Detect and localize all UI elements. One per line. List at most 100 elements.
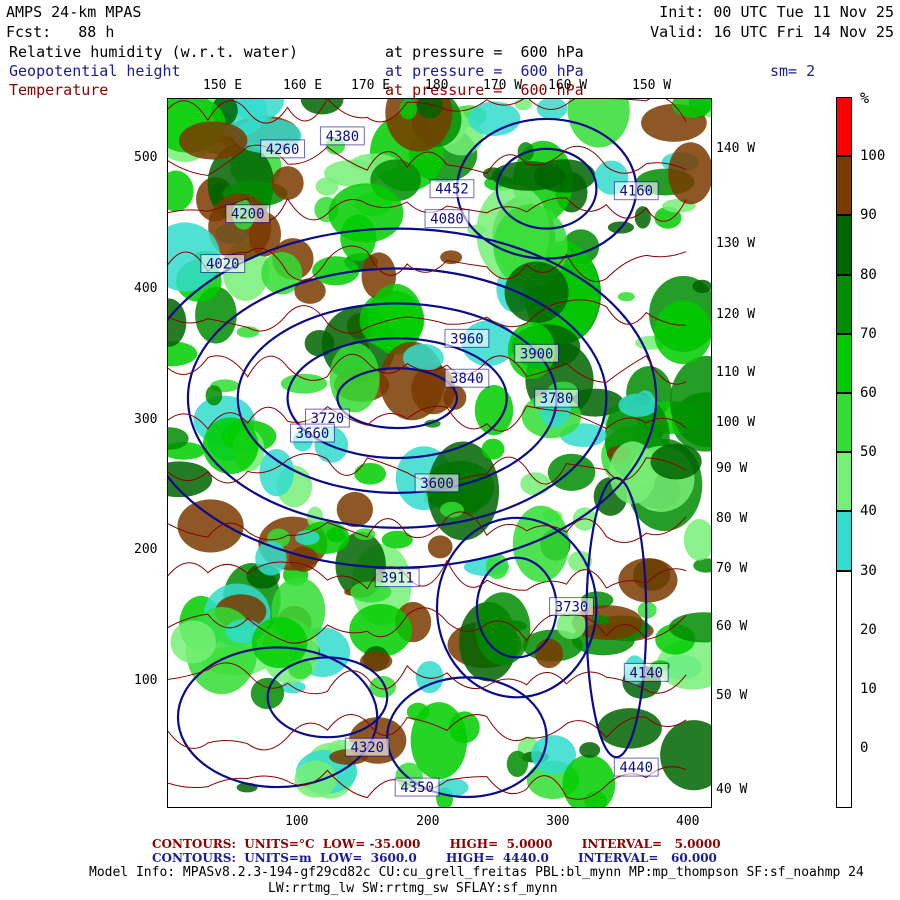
field-height-name: Geopotential height — [9, 62, 181, 80]
contour-label: 4200 — [231, 207, 265, 223]
contour-label: 3600 — [420, 476, 454, 492]
height-contour-info: CONTOURS: UNITS=m LOW= 3600.0 HIGH= 4440… — [152, 851, 717, 865]
top-lon-label: 150 W — [632, 78, 672, 93]
rh-shading — [177, 499, 244, 553]
rh-shading — [427, 535, 453, 559]
top-lon-label: 160 E — [283, 78, 323, 93]
rh-shading — [506, 750, 529, 778]
right-lon-label: 120 W — [716, 307, 756, 322]
contour-label: 4440 — [619, 760, 653, 776]
colorbar-label: 10 — [860, 681, 877, 697]
rh-shading — [634, 206, 651, 229]
right-lon-label: 70 W — [716, 561, 748, 576]
temp-contour-info: CONTOURS: UNITS=°C LOW= -35.000 HIGH= 5.… — [152, 837, 721, 851]
rh-shading — [668, 142, 711, 205]
rh-shading — [354, 528, 376, 541]
colorbar-segment — [836, 156, 852, 216]
right-lon-label: 100 W — [716, 415, 756, 430]
rh-shading — [536, 99, 568, 120]
right-lon-label: 80 W — [716, 511, 748, 526]
contour-label: 4080 — [430, 212, 464, 228]
contour-label: 4452 — [435, 182, 469, 198]
contour-label: 4260 — [266, 142, 300, 158]
rh-shading — [402, 343, 444, 372]
weather-map-figure: AMPS 24-km MPAS Fcst: 88 h Init: 00 UTC … — [0, 0, 900, 900]
rh-shading — [491, 161, 566, 191]
rh-shading — [170, 620, 216, 664]
colorbar-segment — [836, 333, 852, 393]
rh-shading — [579, 742, 601, 758]
contour-label: 4140 — [629, 665, 663, 681]
colorbar-label: 40 — [860, 503, 877, 520]
x-tick-label: 100 — [285, 814, 309, 829]
rh-shading — [336, 491, 373, 528]
right-lon-label: 60 W — [716, 619, 748, 634]
top-lon-label: 160 W — [548, 78, 588, 93]
right-lon-label: 40 W — [716, 782, 748, 797]
rh-shading — [534, 638, 564, 669]
rh-shading — [369, 675, 397, 698]
y-tick-label: 500 — [134, 150, 158, 165]
x-tick-label: 300 — [546, 814, 570, 829]
rh-shading — [449, 711, 480, 744]
rh-shading — [514, 99, 532, 111]
rh-shading — [440, 250, 463, 265]
map-plot-area[interactable]: 4380 4260 4452 4160 4200 4080 4020 3960 3900 3840… — [167, 98, 712, 808]
top-lon-label: 150 E — [203, 78, 243, 93]
contour-label: 4350 — [400, 780, 434, 796]
field-rh-name: Relative humidity (w.r.t. water) — [9, 43, 298, 61]
contour-label: 3840 — [450, 371, 484, 387]
field-height-level: at pressure = 600 hPa — [385, 62, 584, 80]
contour-label: 4320 — [350, 740, 384, 756]
rh-shading — [381, 530, 413, 549]
field-rh-level: at pressure = 600 hPa — [385, 43, 584, 61]
colorbar-segment — [836, 393, 852, 453]
rh-shading — [315, 177, 339, 196]
colorbar-label: 50 — [860, 444, 877, 461]
contour-label: 4160 — [619, 184, 653, 200]
forecast-hour: Fcst: 88 h — [6, 23, 115, 41]
contour-label: 3900 — [520, 346, 554, 362]
rh-shading — [205, 385, 223, 406]
right-lon-label: 90 W — [716, 461, 748, 476]
contour-label: 4380 — [326, 129, 360, 145]
contour-label: 3911 — [380, 571, 414, 587]
smoothing-label: sm= 2 — [770, 62, 816, 80]
top-lon-label: 170 W — [483, 78, 523, 93]
y-tick-label: 300 — [134, 412, 158, 427]
init-time: Init: 00 UTC Tue 11 Nov 25 — [659, 3, 894, 21]
y-tick-label: 100 — [134, 673, 158, 688]
colorbar-label: 90 — [860, 207, 877, 224]
contour-label: 3660 — [296, 426, 330, 442]
colorbar-label: 0 — [860, 740, 869, 757]
model-info-physics: LW:rrtmg_lw SW:rrtmg_sw SFLAY:sf_mynn — [268, 881, 558, 896]
right-lon-label: 110 W — [716, 365, 756, 380]
rh-shading — [618, 558, 678, 603]
contour-label: 3780 — [540, 391, 574, 407]
rh-shading — [271, 166, 304, 200]
rh-shading — [294, 278, 326, 304]
colorbar-label: 60 — [860, 385, 877, 401]
x-tick-label: 200 — [416, 814, 440, 829]
colorbar-segment — [836, 570, 852, 808]
contour-label: 3960 — [450, 331, 484, 347]
rh-shading — [547, 453, 596, 491]
field-temp-name: Temperature — [9, 81, 109, 99]
colorbar-segment — [836, 215, 852, 275]
colorbar-segment — [836, 452, 852, 512]
top-lon-label: 180 — [425, 78, 449, 93]
right-lon-label: 130 W — [716, 236, 756, 251]
model-info: Model Info: MPASv8.2.3-194-gf29cd82c CU:… — [89, 865, 864, 880]
colorbar-segment — [836, 511, 852, 571]
rh-shading — [354, 462, 387, 485]
colorbar-segment — [836, 274, 852, 334]
top-lon-label: 170 E — [351, 78, 391, 93]
rh-shading — [202, 417, 259, 474]
rh-shading — [178, 121, 248, 160]
colorbar-segment — [836, 97, 852, 157]
y-tick-label: 200 — [134, 542, 158, 557]
colorbar-label: 20 — [860, 621, 877, 638]
right-lon-label: 140 W — [716, 141, 756, 156]
colorbar-label: 30 — [860, 562, 877, 579]
colorbar-label: 70 — [860, 325, 877, 342]
